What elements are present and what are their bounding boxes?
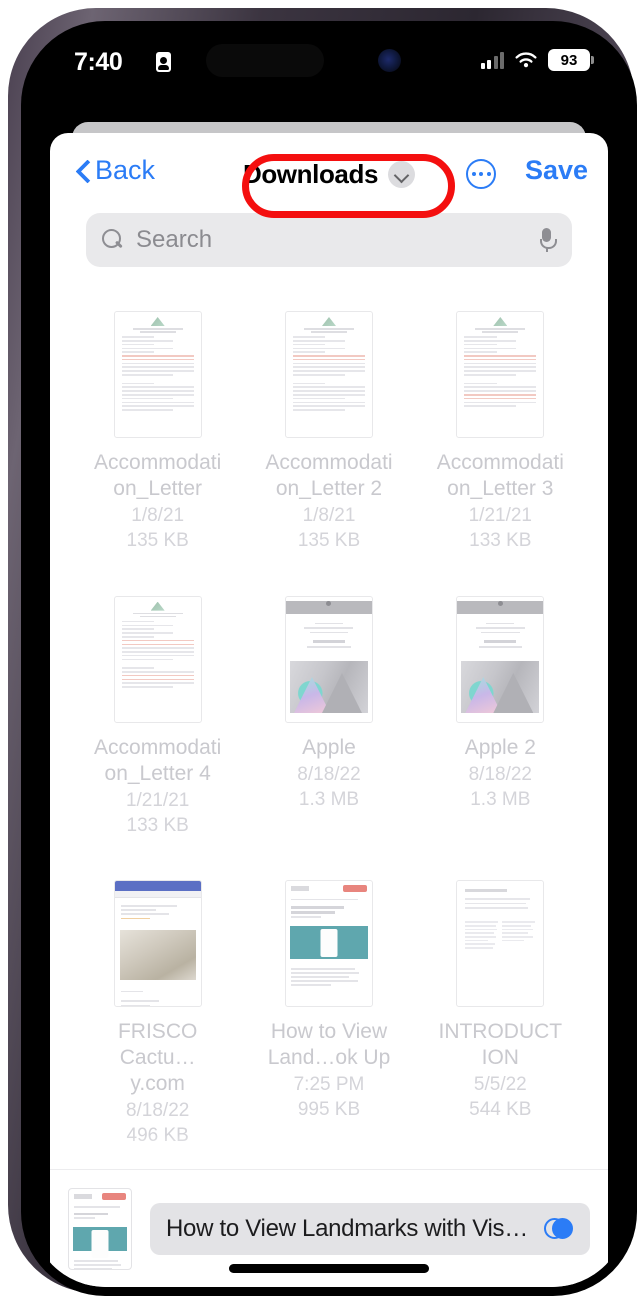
front-camera-icon [378,49,401,72]
page-title: Downloads [242,159,379,189]
file-size: 133 KB [469,530,532,551]
file-name: FRISCO Cactu…y.com [117,1020,198,1096]
file-item[interactable]: Accommodation_Letter 1/8/21 135 KB [72,289,243,574]
selected-filename: How to View Landmarks with Vis… [166,1214,528,1242]
file-name: Accommodation_Letter [94,451,222,500]
save-button[interactable]: Save [525,155,588,186]
file-size: 1.3 MB [470,788,531,810]
file-item[interactable]: Apple 8/18/22 1.3 MB [243,574,414,859]
chevron-down-icon[interactable] [388,161,416,188]
wifi-icon [515,51,537,67]
file-thumbnail [456,880,545,1008]
file-item[interactable]: Accommodation_Letter 3 1/21/21 133 KB [415,289,586,574]
dynamic-island [206,44,324,77]
file-date: 5/5/22 [473,1074,527,1096]
search-bar[interactable] [86,213,572,267]
file-name: Apple 2 [464,735,536,759]
file-thumbnail [456,595,545,723]
back-button[interactable]: Back [76,155,155,186]
battery-indicator: 93 [548,49,594,71]
file-size: 544 KB [469,1099,532,1121]
filename-field[interactable]: How to View Landmarks with Vis… [150,1202,590,1255]
file-date: 7:25 PM [293,1074,365,1096]
file-size: 135 KB [297,530,361,551]
selected-file-thumbnail [68,1187,132,1270]
red-highlight-annotation [242,154,455,218]
file-date: 8/18/22 [468,763,533,785]
file-date: 1/8/21 [131,505,185,526]
file-name: Apple [302,735,356,759]
file-thumbnail [284,311,373,438]
file-size: 133 KB [126,814,189,836]
markup-circles-icon[interactable] [544,1217,574,1240]
chevron-left-icon [76,160,89,182]
file-size: 135 KB [126,530,189,551]
file-size: 1.3 MB [298,788,360,810]
phone-frame: 7:40 93 Back Downloads Save Search Accom… [8,8,637,1296]
file-thumbnail [284,880,373,1008]
file-thumbnail [284,595,373,723]
screen-record-icon [156,52,171,72]
cellular-signal-icon [480,51,504,69]
search-input[interactable] [136,226,536,254]
file-item[interactable]: FRISCO Cactu…y.com 8/18/22 496 KB [72,858,243,1169]
file-thumbnail [113,595,202,723]
file-size: 995 KB [297,1099,361,1121]
file-size: 496 KB [126,1125,189,1147]
file-name: Accommodation_Letter 4 [94,735,222,785]
phone-screen: 7:40 93 Back Downloads Save Search Accom… [30,30,628,1287]
status-bar-indicators: 93 [480,49,594,71]
home-indicator [229,1264,429,1273]
ellipsis-circle-icon[interactable] [466,159,496,189]
file-name: Accommodation_Letter 2 [265,451,393,500]
file-grid: Accommodation_Letter 1/8/21 135 KB Accom… [50,289,608,1169]
file-item[interactable]: Apple 2 8/18/22 1.3 MB [415,574,586,859]
file-item[interactable]: Accommodation_Letter 2 1/8/21 135 KB [243,289,414,574]
file-item[interactable]: Accommodation_Letter 4 1/21/21 133 KB [72,574,243,859]
file-name: INTRODUCTION [438,1020,563,1070]
file-thumbnail [113,311,202,438]
file-item[interactable]: INTRODUCTION 5/5/22 544 KB [415,858,586,1169]
navigation-bar: Back Downloads Save [50,133,608,218]
file-thumbnail [456,311,545,438]
microphone-icon[interactable] [536,228,557,252]
file-date: 8/18/22 [125,1100,190,1122]
status-bar-time: 7:40 [74,48,123,76]
file-name: How to View Land…ok Up [267,1020,391,1070]
file-date: 1/21/21 [468,505,533,526]
back-button-label: Back [95,155,156,185]
file-thumbnail [113,880,202,1008]
file-date: 1/8/21 [302,505,356,526]
files-sheet: Back Downloads Save Search Accommodation… [50,133,608,1287]
file-name: Accommodation_Letter 3 [436,451,564,500]
file-item[interactable]: How to View Land…ok Up 7:25 PM 995 KB [243,858,414,1169]
search-icon [102,229,124,251]
status-bar: 7:40 93 [30,30,628,104]
file-date: 8/18/22 [297,763,361,785]
file-date: 1/21/21 [125,789,190,811]
